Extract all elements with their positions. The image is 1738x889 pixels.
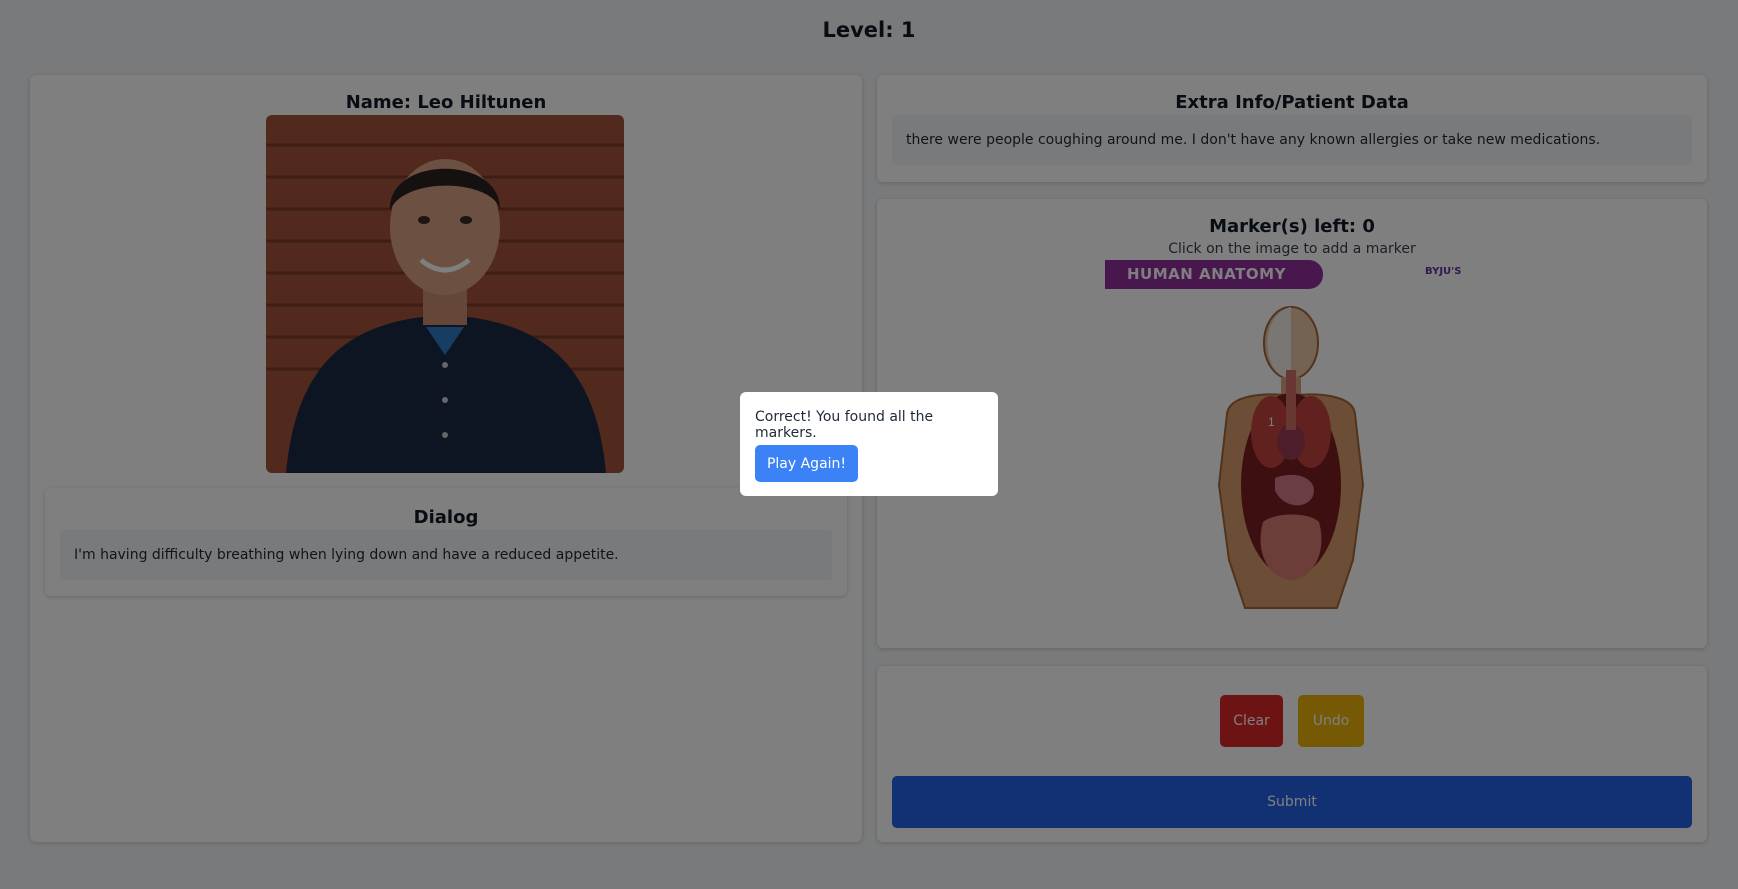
modal-message: Correct! You found all the markers. [755,409,934,441]
play-again-button[interactable]: Play Again! [755,445,858,482]
success-modal: Correct! You found all the markers. Play… [740,392,998,496]
